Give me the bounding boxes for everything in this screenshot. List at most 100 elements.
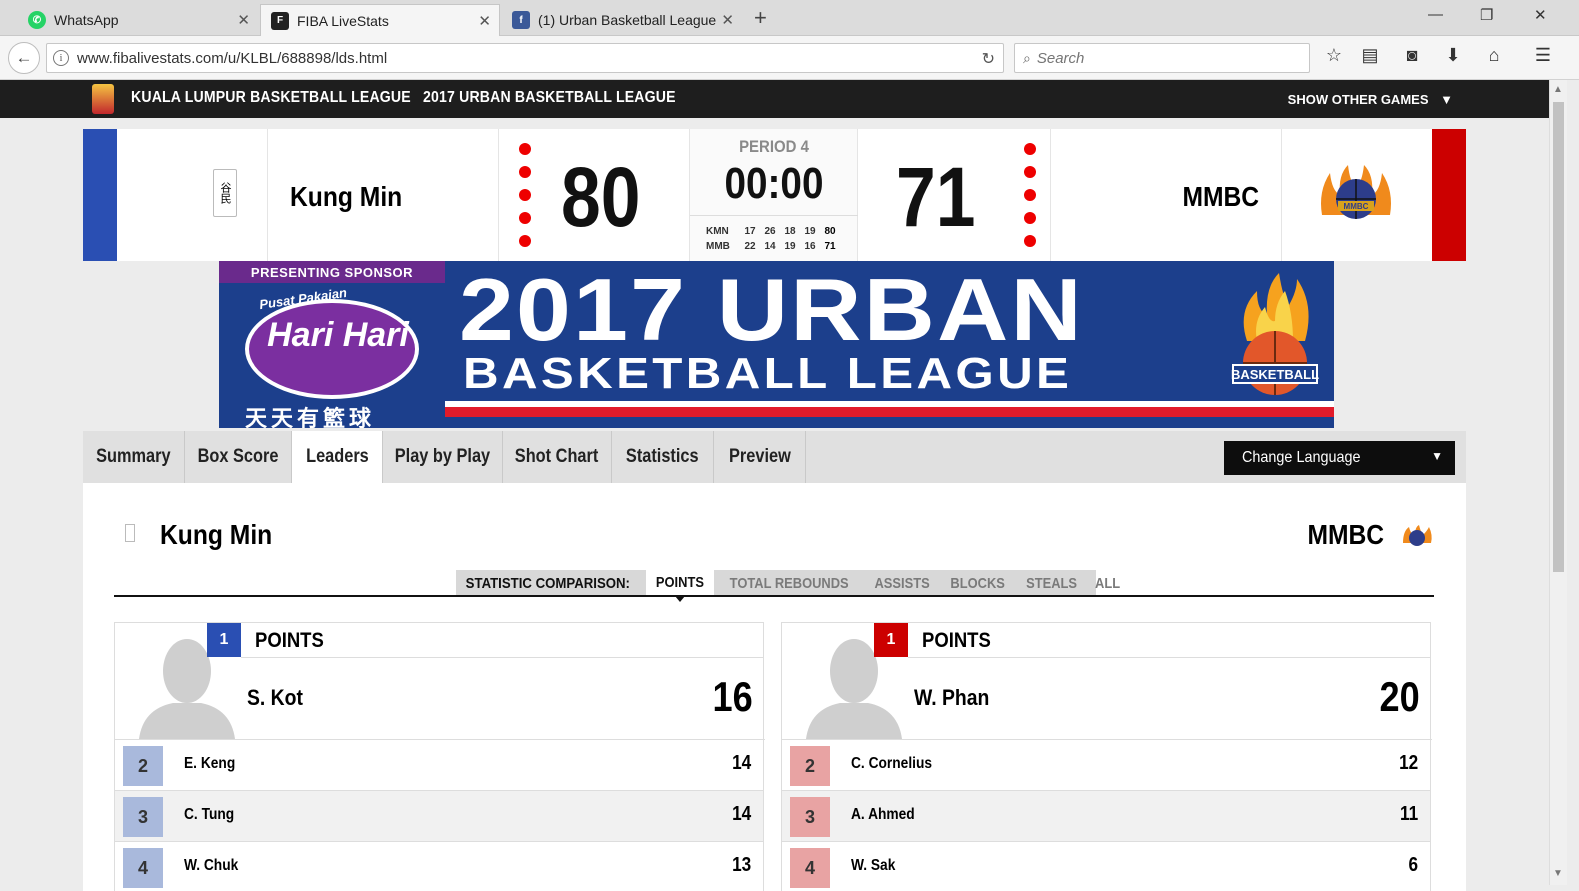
- search-box[interactable]: ⌕: [1014, 43, 1310, 73]
- main-content: Summary Box Score Leaders Play by Play S…: [83, 431, 1466, 891]
- page-scrollbar[interactable]: ▲ ▼: [1549, 80, 1567, 885]
- info-icon[interactable]: i: [53, 50, 69, 66]
- browser-tab-facebook[interactable]: f (1) Urban Basketball League ✕: [502, 4, 742, 36]
- home-icon[interactable]: ⌂: [1482, 45, 1506, 66]
- home-score: 80: [561, 150, 641, 244]
- player-name: A. Ahmed: [851, 806, 915, 823]
- game-clock-cell: PERIOD 4 00:00 KMN 17 26 18 19 80 MMB 22…: [690, 129, 858, 261]
- list-item[interactable]: 4 W. Sak 6: [782, 842, 1430, 891]
- tab-box-score[interactable]: Box Score: [185, 431, 292, 483]
- tab-statistics[interactable]: Statistics: [612, 431, 714, 483]
- back-arrow-icon[interactable]: ←: [8, 42, 40, 74]
- site-header: KUALA LUMPUR BASKETBALL LEAGUE 2017 URBA…: [0, 80, 1549, 118]
- sponsor-name: Hari Hari: [267, 316, 409, 354]
- reading-list-icon[interactable]: ▤: [1358, 45, 1382, 66]
- sponsor-banner[interactable]: PRESENTING SPONSOR Pusat Pakaian Hari Ha…: [219, 261, 1334, 428]
- browser-nav-bar: ← i www.fibalivestats.com/u/KLBL/688898/…: [0, 36, 1579, 80]
- list-item[interactable]: 2 C. Cornelius 12: [782, 740, 1430, 791]
- player-name: E. Keng: [184, 755, 236, 772]
- statistic-comparison-bar: STATISTIC COMPARISON: POINTS TOTAL REBOU…: [456, 570, 1120, 602]
- home-leaders-panel: 1 POINTS S. Kot 16 2 E. Keng 14 3 C. Tun…: [114, 622, 765, 891]
- presenting-sponsor-tag: PRESENTING SPONSOR: [219, 261, 445, 283]
- address-bar[interactable]: i www.fibalivestats.com/u/KLBL/688898/ld…: [46, 43, 1004, 73]
- home-logo-cell: 谷民: [117, 129, 268, 261]
- competition-title[interactable]: 2017 URBAN BASKETBALL LEAGUE: [423, 89, 676, 107]
- menu-icon[interactable]: ☰: [1531, 45, 1555, 66]
- away-team-mini-logo: [1403, 525, 1432, 546]
- sponsor-chinese-slogan: 天天有籃球: [245, 406, 376, 428]
- tab-summary[interactable]: Summary: [83, 431, 185, 483]
- url-text: www.fibalivestats.com/u/KLBL/688898/lds.…: [77, 49, 388, 67]
- stat-option-total-rebounds[interactable]: TOTAL REBOUNDS: [714, 575, 864, 592]
- svg-text:MMBC: MMBC: [1344, 202, 1369, 211]
- home-color-stripe: [83, 129, 117, 261]
- comparison-away-team: MMBC: [1307, 519, 1384, 550]
- leader-player-name: W. Phan: [914, 685, 990, 710]
- search-input[interactable]: [1036, 49, 1287, 67]
- list-item[interactable]: 3 C. Tung 14: [115, 791, 763, 842]
- player-value: 13: [731, 854, 751, 876]
- whatsapp-icon: ✆: [28, 11, 46, 29]
- away-score-cell: 71: [858, 129, 1051, 261]
- scoreboard: 谷民 Kung Min 80 PERIOD 4 00:00 KMN 17 26 …: [83, 129, 1466, 261]
- rank-badge: 1: [874, 623, 908, 657]
- stat-option-points[interactable]: POINTS: [646, 570, 714, 602]
- stat-option-all[interactable]: ALL: [1087, 575, 1128, 592]
- stat-option-blocks[interactable]: BLOCKS: [940, 575, 1015, 592]
- chevron-down-icon: ▼: [1440, 92, 1453, 107]
- pocket-icon[interactable]: ◙: [1400, 45, 1424, 66]
- scroll-down-icon[interactable]: ▼: [1553, 868, 1563, 879]
- browser-tab-whatsapp[interactable]: ✆ WhatsApp ✕: [18, 4, 258, 36]
- home-team-mini-logo: [125, 524, 135, 542]
- scroll-up-icon[interactable]: ▲: [1553, 84, 1563, 95]
- new-tab-icon[interactable]: +: [754, 5, 767, 31]
- reload-icon[interactable]: ↻: [982, 49, 995, 69]
- restore-icon[interactable]: ❐: [1480, 6, 1493, 24]
- statistic-comparison-label: STATISTIC COMPARISON:: [465, 574, 630, 592]
- quarter-scores: KMN 17 26 18 19 80 MMB 22 14 19 16 71: [690, 215, 858, 254]
- away-top-leader[interactable]: 1 POINTS W. Phan 20: [782, 623, 1432, 740]
- list-item[interactable]: 3 A. Ahmed 11: [782, 791, 1430, 842]
- search-icon: ⌕: [1023, 49, 1031, 66]
- close-tab-icon[interactable]: ✕: [478, 12, 491, 30]
- away-team-logo: MMBC: [1321, 165, 1391, 219]
- stat-option-assists[interactable]: ASSISTS: [864, 575, 940, 592]
- list-item[interactable]: 4 W. Chuk 13: [115, 842, 763, 891]
- list-item[interactable]: 2 E. Keng 14: [115, 740, 763, 791]
- close-tab-icon[interactable]: ✕: [721, 11, 734, 29]
- league-title[interactable]: KUALA LUMPUR BASKETBALL LEAGUE: [131, 89, 411, 107]
- browser-tab-fiba[interactable]: F FIBA LiveStats ✕: [260, 4, 500, 36]
- scroll-thumb[interactable]: [1553, 102, 1564, 572]
- change-language-dropdown[interactable]: Change Language ▼: [1224, 441, 1455, 475]
- comparison-home-team: Kung Min: [160, 519, 273, 550]
- game-clock: 00:00: [724, 159, 824, 208]
- minimize-icon[interactable]: —: [1428, 6, 1443, 23]
- svg-text:BASKETBALL: BASKETBALL: [1231, 367, 1319, 382]
- league-logo[interactable]: [92, 84, 114, 114]
- away-fouls-indicator: [1024, 143, 1036, 258]
- tab-leaders[interactable]: Leaders: [292, 431, 383, 483]
- player-name: W. Sak: [851, 857, 896, 874]
- bookmark-star-icon[interactable]: ☆: [1322, 45, 1346, 66]
- home-name-cell: Kung Min: [268, 129, 499, 261]
- rank-badge: 4: [123, 848, 163, 888]
- stat-option-steals[interactable]: STEALS: [1016, 575, 1087, 592]
- home-score-cell: 80: [499, 129, 690, 261]
- leader-stat-value: 16: [712, 673, 753, 720]
- quarter-row-home: KMN 17 26 18 19 80: [706, 226, 836, 237]
- leader-stat-value: 20: [1379, 673, 1420, 720]
- close-tab-icon[interactable]: ✕: [237, 11, 250, 29]
- download-icon[interactable]: ⬇: [1441, 45, 1465, 66]
- section-divider: [114, 595, 1434, 597]
- tab-title: FIBA LiveStats: [297, 12, 389, 29]
- tab-shot-chart[interactable]: Shot Chart: [503, 431, 612, 483]
- home-top-leader[interactable]: 1 POINTS S. Kot 16: [115, 623, 765, 740]
- player-value: 11: [1399, 803, 1418, 825]
- show-other-games-button[interactable]: SHOW OTHER GAMES ▼: [1288, 92, 1453, 107]
- tab-play-by-play[interactable]: Play by Play: [383, 431, 503, 483]
- facebook-icon: f: [512, 11, 530, 29]
- close-window-icon[interactable]: ✕: [1534, 6, 1547, 24]
- fiba-icon: F: [271, 11, 289, 30]
- tab-preview[interactable]: Preview: [714, 431, 806, 483]
- section-tabs: Summary Box Score Leaders Play by Play S…: [83, 431, 1466, 483]
